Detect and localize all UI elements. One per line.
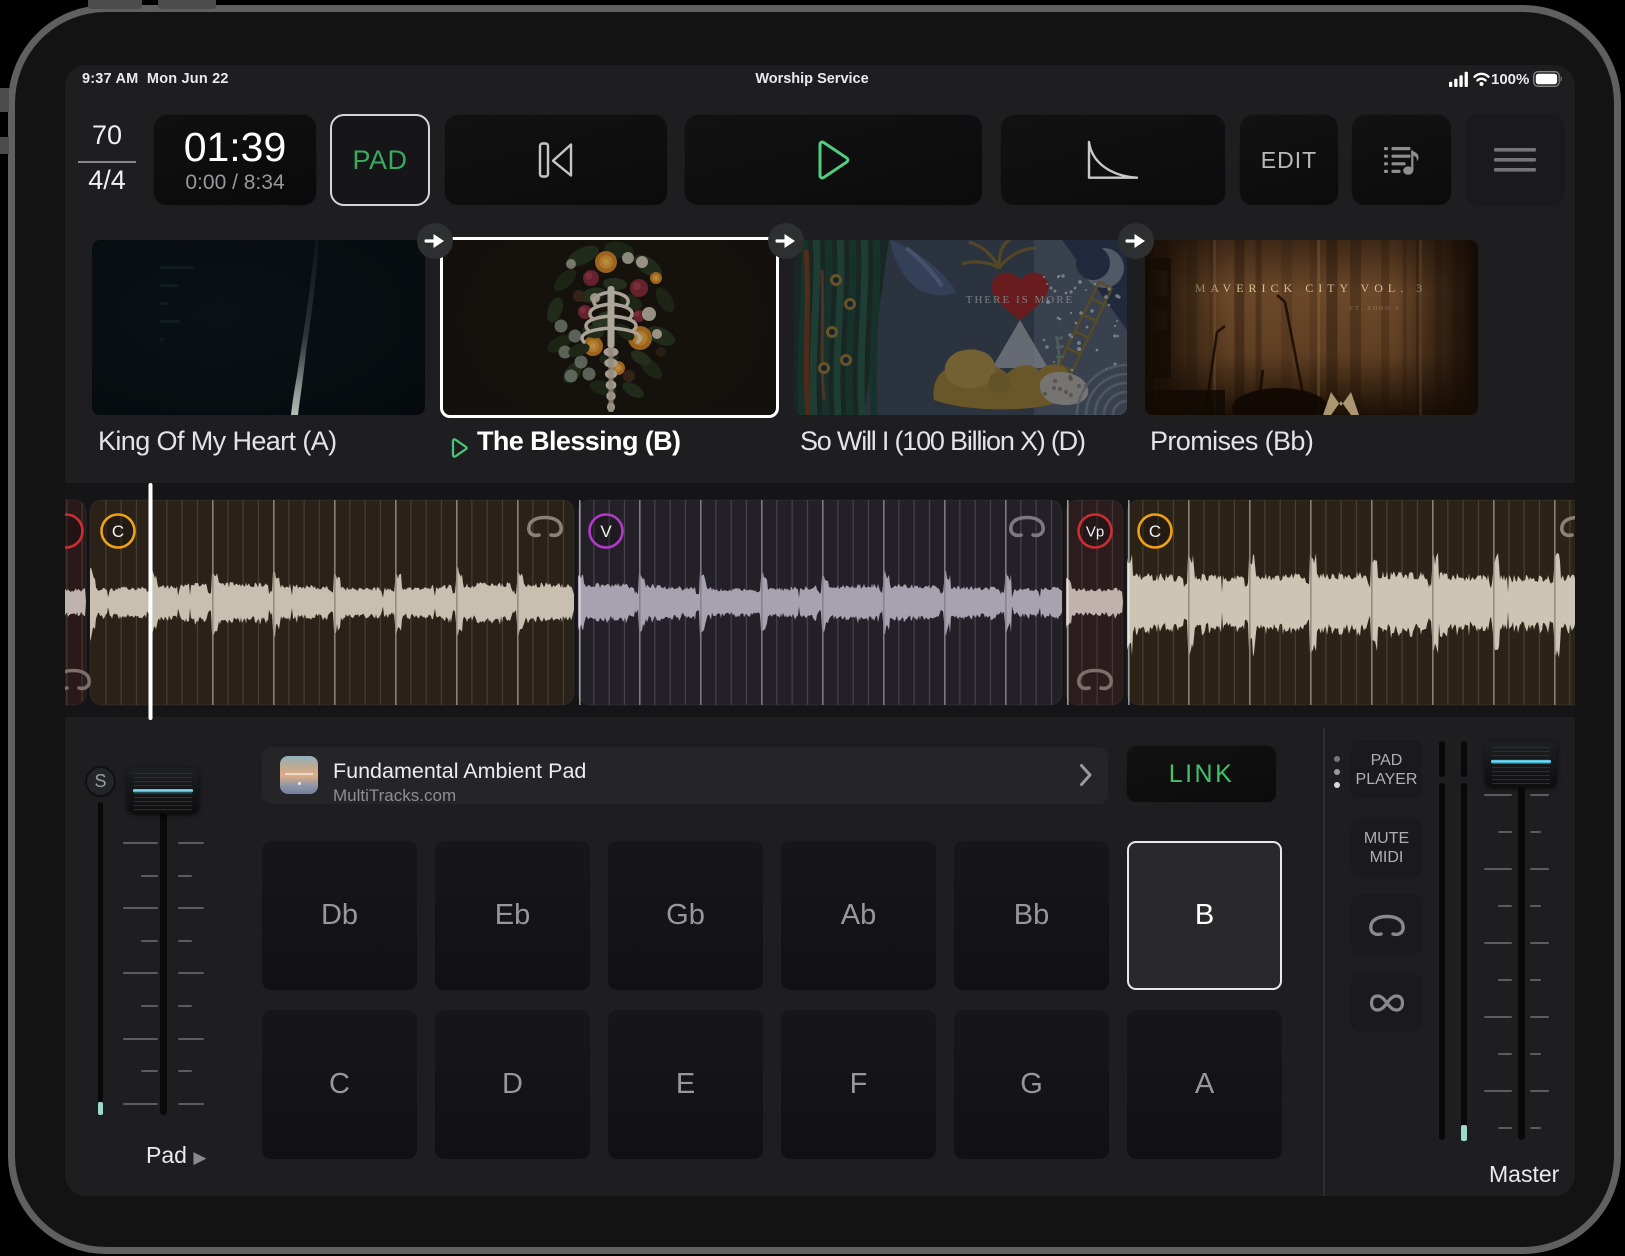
svg-text:C: C: [112, 522, 124, 541]
svg-text:Vp: Vp: [1086, 523, 1104, 540]
svg-text:V: V: [600, 522, 612, 541]
svg-text:C: C: [1149, 522, 1161, 541]
